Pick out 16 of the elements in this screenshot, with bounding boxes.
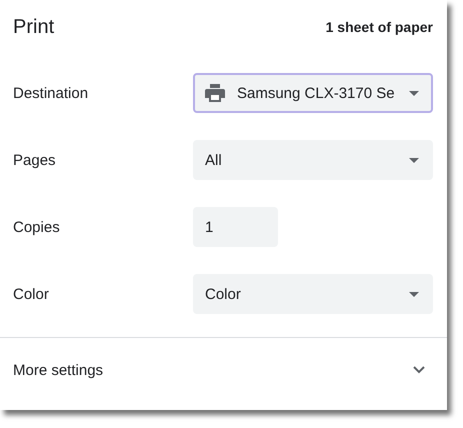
copies-field[interactable]: 1 xyxy=(193,207,278,247)
dialog-title: Print xyxy=(13,16,54,38)
setting-label: Destination xyxy=(13,84,90,102)
dropdown[interactable]: Samsung CLX-3170 Se xyxy=(193,73,433,113)
more-settings-toggle[interactable]: More settings xyxy=(0,338,447,402)
caret-icon xyxy=(409,158,419,162)
dropdown[interactable]: Color xyxy=(193,274,433,314)
caret-icon xyxy=(409,292,419,296)
caret-icon xyxy=(409,90,419,96)
dropdown[interactable]: All xyxy=(193,140,433,180)
setting-label: Copies xyxy=(13,218,61,236)
printer-icon xyxy=(205,84,225,102)
sheet-count: 1 sheet of paper xyxy=(326,19,433,35)
setting-label: Pages xyxy=(13,152,57,168)
chevron-icon xyxy=(413,366,425,374)
setting-label: Color xyxy=(13,286,50,302)
